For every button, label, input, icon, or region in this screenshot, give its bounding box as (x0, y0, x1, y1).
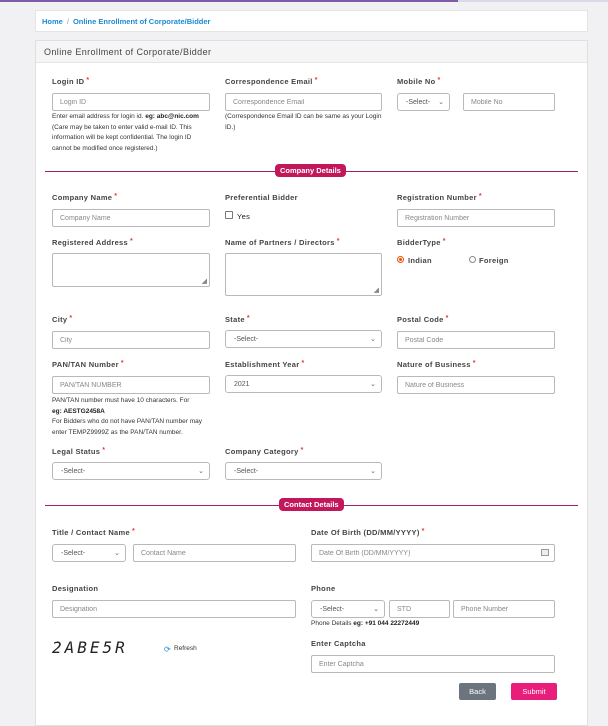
phone-help: Phone Details eg: +91 044 22272449 (311, 620, 420, 627)
top-bar (0, 0, 608, 2)
resize-grip-icon[interactable]: ◢ (374, 286, 379, 294)
chevron-down-icon: ⌄ (114, 550, 120, 557)
breadcrumb: Home / Online Enrollment of Corporate/Bidd… (35, 10, 588, 32)
city-input[interactable] (52, 331, 210, 349)
chevron-down-icon: ⌄ (198, 468, 204, 475)
establishment-year-label: Establishment Year * (225, 360, 305, 369)
chevron-down-icon: ⌄ (373, 606, 379, 613)
dob-input[interactable] (311, 544, 555, 562)
company-name-input[interactable] (52, 209, 210, 227)
bidder-type-foreign-label: Foreign (479, 256, 509, 265)
state-label: State * (225, 315, 250, 324)
partners-directors-textarea[interactable]: ◢ (225, 253, 382, 296)
bidder-type-label: BidderType * (397, 238, 446, 247)
breadcrumb-separator: / (66, 17, 69, 26)
partners-directors-label: Name of Partners / Directors * (225, 238, 340, 247)
contact-name-input[interactable] (133, 544, 296, 562)
chevron-down-icon: ⌄ (370, 468, 376, 475)
login-id-help: Enter email address for login id. eg: ab… (52, 113, 199, 152)
dob-label: Date Of Birth (DD/MM/YYYY) * (311, 528, 425, 537)
submit-button[interactable]: Submit (511, 683, 557, 700)
phone-label: Phone (311, 584, 336, 593)
calendar-icon[interactable] (541, 549, 549, 556)
company-category-label: Company Category * (225, 447, 304, 456)
preferential-bidder-checkbox[interactable] (225, 211, 233, 219)
pan-tan-label: PAN/TAN Number * (52, 360, 124, 369)
mobile-no-label: Mobile No * (397, 77, 441, 86)
back-button[interactable]: Back (459, 683, 496, 700)
chevron-down-icon: ⌄ (370, 381, 376, 388)
correspondence-email-label: Correspondence Email * (225, 77, 318, 86)
mobile-code-select[interactable]: -Select- ⌄ (397, 93, 450, 111)
preferential-bidder-label: Preferential Bidder (225, 193, 298, 202)
company-category-select[interactable]: -Select- ⌄ (225, 462, 382, 480)
title-contact-name-label: Title / Contact Name * (52, 528, 135, 537)
registered-address-label: Registered Address * (52, 238, 134, 247)
company-name-label: Company Name * (52, 193, 118, 202)
registration-number-input[interactable] (397, 209, 555, 227)
designation-label: Designation (52, 584, 99, 593)
chevron-down-icon: ⌄ (370, 336, 376, 343)
title-select[interactable]: -Select- ⌄ (52, 544, 126, 562)
correspondence-email-help: (Correspondence Email ID can be same as … (225, 113, 382, 131)
preferential-bidder-yes-label: Yes (237, 212, 251, 221)
nature-of-business-input[interactable] (397, 376, 555, 394)
top-bar-accent (0, 0, 458, 2)
registration-number-label: Registration Number * (397, 193, 482, 202)
login-id-input[interactable] (52, 93, 210, 111)
postal-code-label: Postal Code * (397, 315, 449, 324)
city-label: City * (52, 315, 73, 324)
pan-tan-input[interactable] (52, 376, 210, 394)
designation-input[interactable] (52, 600, 296, 618)
correspondence-email-input[interactable] (225, 93, 382, 111)
bidder-type-indian-radio[interactable] (397, 256, 404, 263)
nature-of-business-label: Nature of Business * (397, 360, 476, 369)
company-details-heading: Company Details (275, 164, 346, 177)
legal-status-select[interactable]: -Select- ⌄ (52, 462, 210, 480)
mobile-no-input[interactable] (463, 93, 555, 111)
refresh-captcha-link[interactable]: Refresh (174, 645, 197, 652)
establishment-year-select[interactable]: 2021 ⌄ (225, 375, 382, 393)
breadcrumb-home-link[interactable]: Home (42, 17, 63, 26)
enter-captcha-label: Enter Captcha (311, 639, 366, 648)
breadcrumb-current-link[interactable]: Online Enrollment of Corporate/Bidder (73, 17, 211, 26)
state-select[interactable]: -Select- ⌄ (225, 330, 382, 348)
pan-tan-help: PAN/TAN number must have 10 characters. … (52, 397, 203, 436)
captcha-input[interactable] (311, 655, 555, 673)
panel-title: Online Enrollment of Corporate/Bidder (36, 41, 587, 63)
contact-details-heading: Contact Details (279, 498, 344, 511)
std-input[interactable] (389, 600, 450, 618)
chevron-down-icon: ⌄ (438, 99, 444, 106)
bidder-type-foreign-radio[interactable] (469, 256, 476, 263)
bidder-type-indian-label: Indian (408, 256, 432, 265)
registered-address-textarea[interactable]: ◢ (52, 253, 210, 287)
resize-grip-icon[interactable]: ◢ (202, 277, 207, 285)
phone-code-select[interactable]: -Select- ⌄ (311, 600, 385, 618)
legal-status-label: Legal Status * (52, 447, 106, 456)
postal-code-input[interactable] (397, 331, 555, 349)
phone-number-input[interactable] (453, 600, 555, 618)
refresh-icon[interactable]: ⟳ (164, 645, 171, 654)
login-id-label: Login ID * (52, 77, 90, 86)
captcha-image: 2ABE5R (52, 638, 128, 657)
